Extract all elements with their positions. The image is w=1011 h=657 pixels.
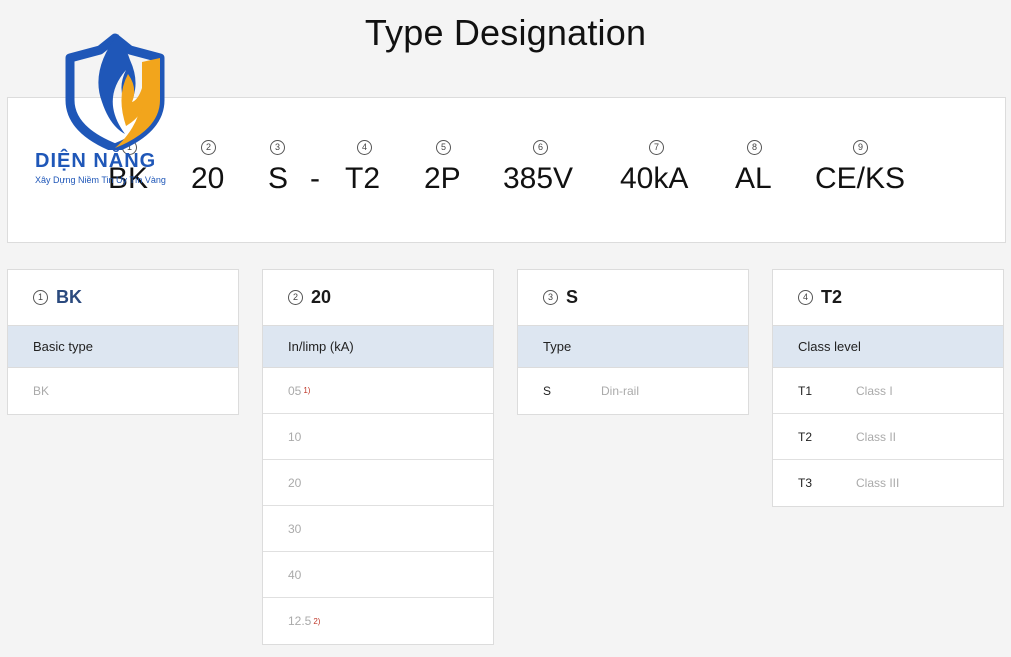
card-header: 3 S	[518, 270, 748, 326]
row-value: Class I	[856, 383, 893, 398]
segment-number: 5	[436, 140, 451, 155]
card-header: 1 BK	[8, 270, 238, 326]
list-item: 30	[263, 506, 493, 552]
brand-logo: DIỆN NĂNG Xây Dựng Niềm Tin Uy Tín Vàng	[30, 30, 200, 190]
card-subtitle: In/limp (kA)	[263, 326, 493, 368]
row-value: 10	[288, 429, 302, 444]
segment-number: 2	[201, 140, 216, 155]
segment-code: 40kA	[620, 162, 689, 195]
segment-number: 6	[533, 140, 548, 155]
card-title: BK	[56, 287, 82, 307]
card-number: 4	[798, 290, 813, 305]
list-item: 20	[263, 460, 493, 506]
card-header: 2 20	[263, 270, 493, 326]
card-class-level: 4 T2 Class level T1 Class I T2 Class II …	[772, 269, 1004, 507]
list-item: T3 Class III	[773, 460, 1003, 506]
list-item: 05 1)	[263, 368, 493, 414]
card-subtitle: Class level	[773, 326, 1003, 368]
list-item: 10	[263, 414, 493, 460]
row-value: BK	[33, 384, 50, 398]
segment-code: CE/KS	[815, 162, 906, 195]
row-key: T3	[798, 476, 813, 490]
segment-code: 385V	[503, 162, 574, 195]
shield-flame-icon	[65, 33, 165, 153]
list-item: 40	[263, 552, 493, 598]
row-value: 30	[288, 521, 302, 536]
row-value: Class III	[856, 476, 900, 490]
card-title: 20	[311, 287, 332, 307]
footnote-marker: 1)	[303, 386, 311, 395]
logo-name: DIỆN NĂNG	[35, 150, 157, 172]
card-title: T2	[821, 287, 843, 307]
card-number: 1	[33, 290, 48, 305]
segment-number: 3	[270, 140, 285, 155]
card-header: 4 T2	[773, 270, 1003, 326]
segment-code: S	[268, 162, 289, 195]
card-subtitle: Basic type	[8, 326, 238, 368]
logo-tagline: Xây Dựng Niềm Tin Uy Tín Vàng	[35, 175, 166, 185]
list-item: T1 Class I	[773, 368, 1003, 414]
segment-number: 4	[357, 140, 372, 155]
segment-number: 7	[649, 140, 664, 155]
row-key: S	[543, 384, 552, 398]
segment-code: AL	[735, 162, 772, 195]
list-item: BK	[8, 368, 238, 414]
row-value: 05	[288, 383, 302, 398]
list-item: 12.5 2)	[263, 598, 493, 644]
card-subtitle: Type	[518, 326, 748, 368]
row-value: Class II	[856, 429, 897, 444]
segment-number: 8	[747, 140, 762, 155]
list-item: T2 Class II	[773, 414, 1003, 460]
row-value: 40	[288, 567, 302, 582]
list-item: S Din-rail	[518, 368, 748, 414]
row-value: Din-rail	[601, 384, 640, 398]
segment-code: T2	[345, 162, 381, 195]
footnote-marker: 2)	[313, 616, 321, 626]
row-value: 20	[288, 475, 302, 490]
card-number: 2	[288, 290, 303, 305]
row-key: T1	[798, 383, 813, 398]
row-key: T2	[798, 429, 813, 444]
segment-number: 9	[853, 140, 868, 155]
card-current: 2 20 In/limp (kA) 05 1) 10 20 30 40 12.5…	[262, 269, 494, 645]
card-type: 3 S Type S Din-rail	[517, 269, 749, 415]
separator-dash: -	[310, 162, 320, 195]
segment-code: 2P	[424, 162, 461, 195]
card-basic-type: 1 BK Basic type BK	[7, 269, 239, 415]
row-value: 12.5	[288, 614, 312, 628]
card-number: 3	[543, 290, 558, 305]
card-title: S	[566, 287, 579, 307]
